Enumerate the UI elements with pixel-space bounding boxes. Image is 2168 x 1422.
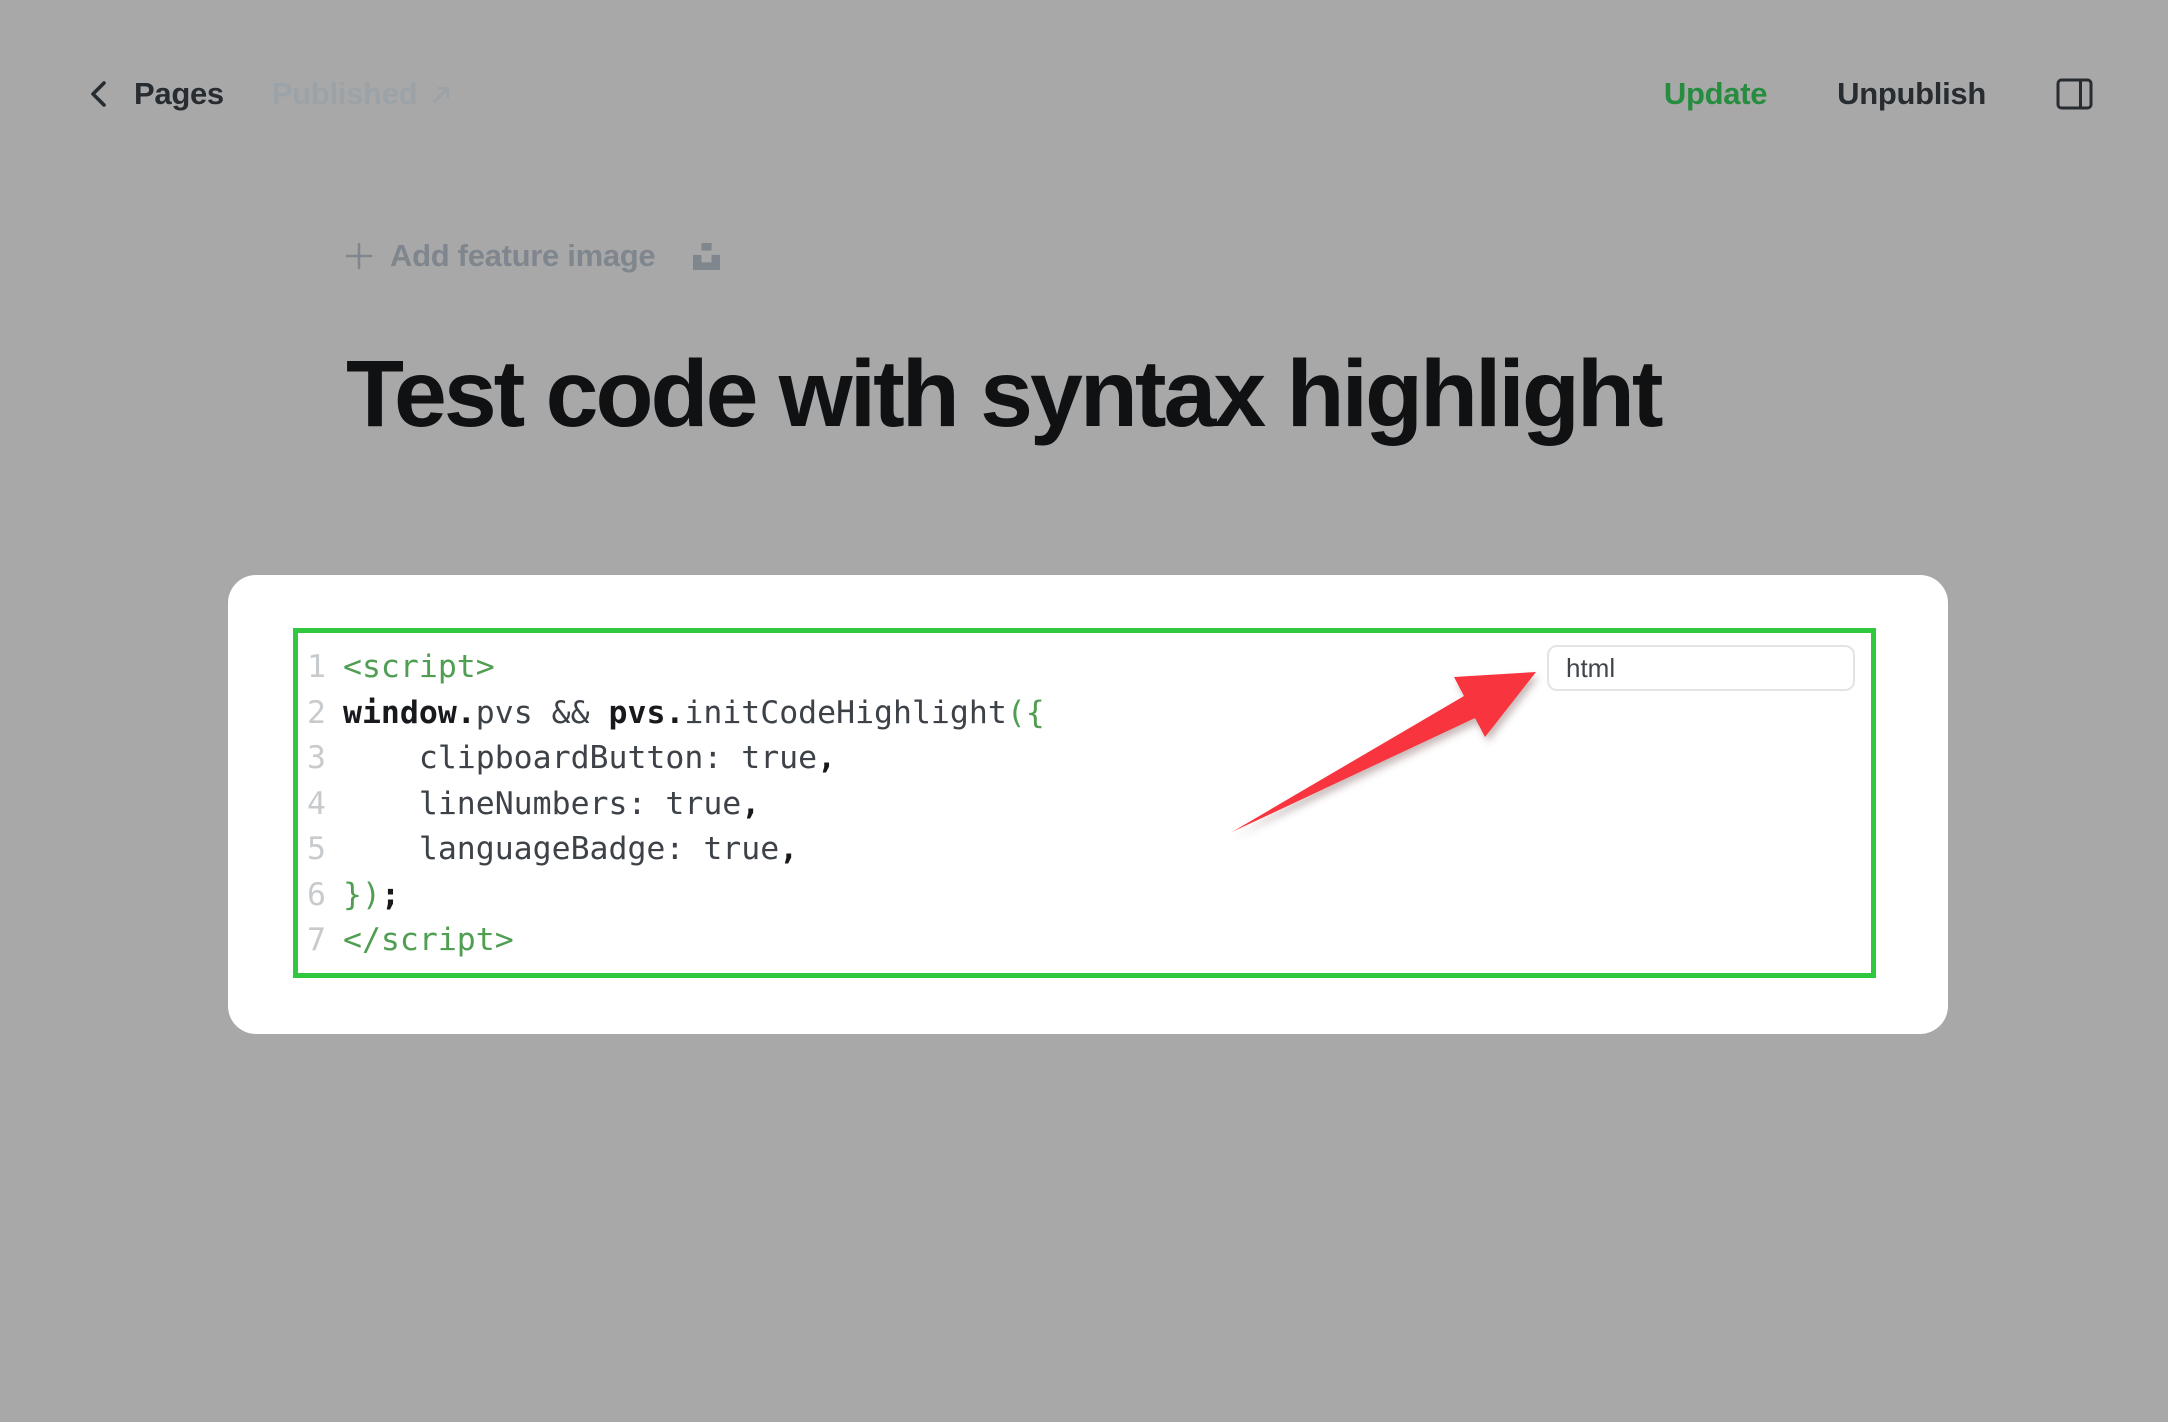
line-number: 6 — [304, 873, 326, 919]
code-line-content: <script> — [343, 645, 495, 691]
chevron-left-icon — [86, 78, 112, 110]
language-badge-input[interactable] — [1547, 645, 1855, 691]
code-line: 6}); — [304, 873, 1855, 919]
line-number: 4 — [304, 782, 326, 828]
back-button[interactable] — [86, 78, 112, 110]
external-link-arrow-icon — [429, 82, 454, 107]
add-feature-image-button[interactable]: Add feature image — [344, 238, 655, 274]
plus-icon — [344, 241, 374, 271]
unpublish-button[interactable]: Unpublish — [1837, 76, 1986, 112]
feature-image-row: Add feature image — [344, 238, 720, 274]
code-line-content: window.pvs && pvs.initCodeHighlight({ — [343, 691, 1045, 737]
code-card[interactable]: 1 <script> 2 window.pvs && pvs.initCodeHigh… — [228, 575, 1948, 1034]
code-line: 7 </script> — [304, 918, 1855, 964]
sidebar-toggle-icon — [2056, 78, 2094, 110]
line-number: 7 — [304, 918, 326, 964]
unsplash-icon — [693, 243, 720, 270]
code-line-content: lineNumbers: true, — [343, 782, 760, 828]
add-feature-image-label: Add feature image — [390, 238, 655, 274]
code-line: 4 lineNumbers: true, — [304, 782, 1855, 828]
line-number: 2 — [304, 691, 326, 737]
page-title[interactable]: Test code with syntax highlight — [346, 340, 1661, 449]
settings-panel-toggle-button[interactable] — [2056, 78, 2094, 110]
line-number: 1 — [304, 645, 326, 691]
code-line: 5 languageBadge: true, — [304, 827, 1855, 873]
code-line-content: languageBadge: true, — [343, 827, 798, 873]
code-line-content: }); — [343, 873, 400, 919]
code-line-content: </script> — [343, 918, 514, 964]
line-number: 5 — [304, 827, 326, 873]
topbar-right: Update Unpublish — [1664, 76, 2094, 112]
published-label: Published — [272, 76, 417, 112]
breadcrumb-pages[interactable]: Pages — [134, 76, 224, 112]
code-line: 3 clipboardButton: true, — [304, 736, 1855, 782]
unsplash-button[interactable] — [693, 243, 720, 270]
update-button[interactable]: Update — [1664, 76, 1767, 112]
code-line: 2 window.pvs && pvs.initCodeHighlight({ — [304, 691, 1855, 737]
published-status-link[interactable]: Published — [272, 76, 454, 112]
topbar-left: Pages Published — [86, 76, 454, 112]
code-lines: 1 <script> 2 window.pvs && pvs.initCodeHigh… — [304, 645, 1855, 964]
line-number: 3 — [304, 736, 326, 782]
code-editor[interactable]: 1 <script> 2 window.pvs && pvs.initCodeHigh… — [293, 628, 1876, 978]
code-line-content: clipboardButton: true, — [343, 736, 836, 782]
